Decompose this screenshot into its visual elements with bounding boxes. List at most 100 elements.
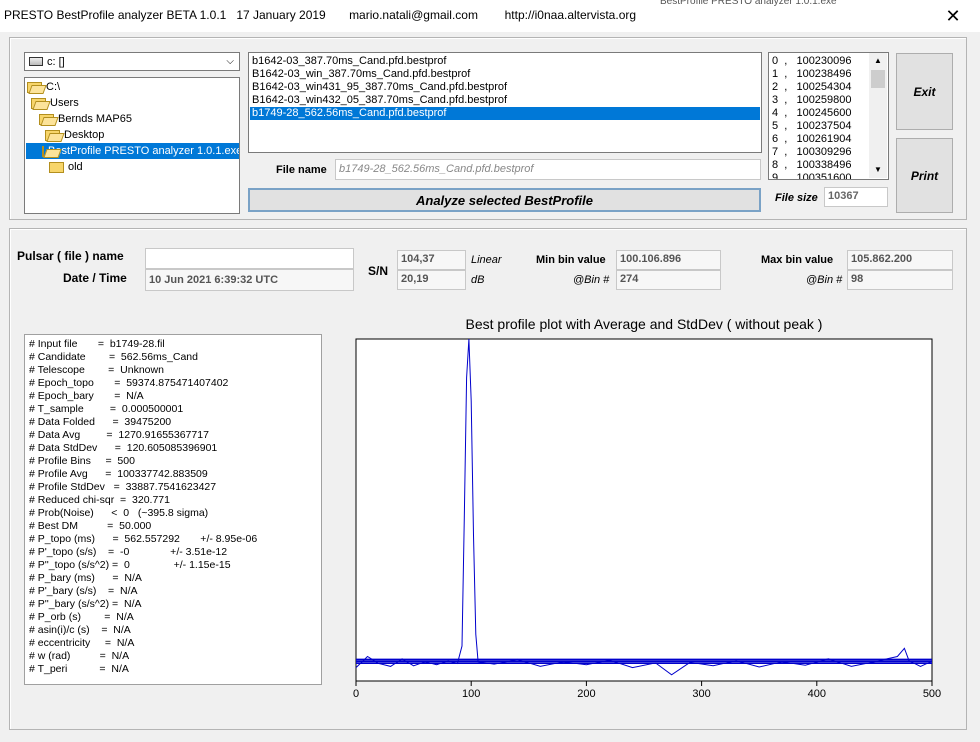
bin-value-item[interactable]: 9 , 100351600 [772,172,852,179]
bin-value-item[interactable]: 6 , 100261904 [772,133,852,146]
parameter-line: # Input file = b1749-28.fil [29,338,165,350]
x-tick-label: 200 [577,688,595,700]
parameter-line: # Telescope = Unknown [29,364,164,376]
directory-item[interactable]: Desktop [45,127,104,143]
date-time-label: Date / Time [63,271,127,285]
parameter-line: # w (rad) = N/A [29,650,130,662]
folder-open-icon [42,145,44,157]
x-tick-label: 0 [353,688,359,700]
directory-item[interactable]: Bernds MAP65 [39,111,132,127]
close-icon: ✕ [945,5,961,26]
parameter-line: # Candidate = 562.56ms_Cand [29,351,198,363]
sn-db-value: 20,19 [397,270,466,290]
title-bar[interactable]: BestProfile PRESTO analyzer 1.0.1.exe PR… [0,0,980,32]
parameter-line: # asin(i)/c (s) = N/A [29,624,131,636]
background-window-title: BestProfile PRESTO analyzer 1.0.1.exe [660,0,837,6]
profile-parameters-panel: # Input file = b1749-28.fil # Candidate =… [24,334,322,685]
file-list-item[interactable]: b1749-28_562.56ms_Cand.pfd.bestprof [250,107,760,120]
folder-open-icon [45,129,60,141]
bin-values-scrollbar[interactable]: ▲ ▼ [869,53,887,178]
scroll-thumb[interactable] [871,70,885,88]
max-bin-index: 98 [847,270,953,290]
file-size-field: 10367 [824,187,888,207]
drive-select[interactable]: c: [] ⌵ [24,52,240,71]
parameter-line: # P'_topo (s/s) = -0 +/- 3.51e-12 [29,546,228,558]
directory-item[interactable]: C:\ [27,79,60,95]
directory-list[interactable]: C:\ Users Bernds MAP65 Desktop BestProfile P… [24,77,240,214]
folder-icon [49,161,64,173]
min-bin-value: 100.106.896 [616,250,721,270]
directory-label: Desktop [64,129,105,141]
file-list-item[interactable]: b1642-03_387.70ms_Cand.pfd.bestprof [250,55,760,68]
file-name-field[interactable]: b1749-28_562.56ms_Cand.pfd.bestprof [335,159,761,180]
pulsar-name-label: Pulsar ( file ) name [17,249,124,263]
directory-item[interactable]: old [49,159,83,175]
plot-title: Best profile plot with Average and StdDe… [465,316,823,332]
chevron-down-icon: ⌵ [226,56,234,67]
exit-button[interactable]: Exit [896,53,953,130]
folder-open-icon [39,113,54,125]
directory-item[interactable]: BestProfile PRESTO analyzer 1.0.1.exe [26,143,240,159]
parameter-line: # Prob(Noise) < 0 (~395.8 sigma) [29,507,209,519]
bin-value-item[interactable]: 0 , 100230096 [772,55,852,68]
date-time-field: 10 Jun 2021 6:39:32 UTC [145,269,354,291]
parameter-line: # P_bary (ms) = N/A [29,572,142,584]
drive-icon [29,57,43,66]
close-button[interactable]: ✕ [926,0,980,32]
parameter-line: # Data Folded = 39475200 [29,416,172,428]
bin-value-item[interactable]: 7 , 100309296 [772,146,852,159]
directory-label: Bernds MAP65 [58,113,132,125]
parameter-line: # Reduced chi-sqr = 320.771 [29,494,170,506]
scroll-down-icon[interactable]: ▼ [869,162,887,178]
bin-value-item[interactable]: 2 , 100254304 [772,81,852,94]
directory-label: BestProfile PRESTO analyzer 1.0.1.exe [48,145,240,157]
parameter-line: # T_peri = N/A [29,663,129,675]
parameter-line: # Data StdDev = 120.605085396901 [29,442,218,454]
parameter-line: # Data Avg = 1270.91655367717 [29,429,209,441]
bin-value-item[interactable]: 3 , 100259800 [772,94,852,107]
parameter-line: # Epoch_topo = 59374.875471407402 [29,377,229,389]
file-list[interactable]: b1642-03_387.70ms_Cand.pfd.bestprof B1642… [248,52,762,153]
directory-label: Users [50,97,79,109]
analyze-button[interactable]: Analyze selected BestProfile [248,188,761,212]
folder-open-icon [27,81,42,93]
file-list-item[interactable]: B1642-03_win432_05_387.70ms_Cand.pfd.bes… [250,94,760,107]
plot-area [355,338,933,682]
bin-value-item[interactable]: 1 , 100238496 [772,68,852,81]
min-bin-value-label: Min bin value [536,254,606,266]
pulsar-name-field[interactable] [145,248,354,269]
directory-label: old [68,161,83,173]
directory-item[interactable]: Users [31,95,79,111]
min-bin-index-label: @Bin # [573,274,610,286]
profile-plot: 0 100 200 300 400 500 [353,338,941,700]
min-bin-index: 274 [616,270,721,290]
sn-linear-label: Linear [471,254,502,266]
bin-value-item[interactable]: 8 , 100338496 [772,159,852,172]
directory-label: C:\ [46,81,61,93]
file-name-label: File name [276,164,327,176]
application-window: BestProfile PRESTO analyzer 1.0.1.exe PR… [0,0,980,742]
parameter-line: # P''_topo (s/s^2) = 0 +/- 1.15e-15 [29,559,231,571]
parameter-line: # Profile Avg = 100337742.883509 [29,468,208,480]
bin-value-item[interactable]: 5 , 100237504 [772,120,852,133]
file-list-item[interactable]: B1642-03_win431_95_387.70ms_Cand.pfd.bes… [250,81,760,94]
max-bin-value: 105.862.200 [847,250,953,270]
file-list-item[interactable]: B1642-03_win_387.70ms_Cand.pfd.bestprof [250,68,760,81]
parameter-line: # Profile StdDev = 33887.7541623427 [29,481,217,493]
print-button[interactable]: Print [896,138,953,213]
scroll-up-icon[interactable]: ▲ [869,53,887,69]
max-bin-index-label: @Bin # [806,274,843,286]
sn-label: S/N [368,264,389,278]
parameter-line: # Epoch_bary = N/A [29,390,144,402]
drive-value: c: [] [47,55,65,68]
parameter-line: # eccentricity = N/A [29,637,135,649]
bin-value-item[interactable]: 4 , 100245600 [772,107,852,120]
x-tick-label: 100 [462,688,480,700]
sn-linear-value: 104,37 [397,250,466,270]
max-bin-value-label: Max bin value [761,254,834,266]
parameter-line: # P''_bary (s/s^2) = N/A [29,598,142,610]
parameter-line: # Profile Bins = 500 [29,455,135,467]
x-tick-label: 300 [692,688,710,700]
parameter-line: # P_topo (ms) = 562.557292 +/- 8.95e-06 [29,533,258,545]
x-tick-label: 400 [808,688,826,700]
